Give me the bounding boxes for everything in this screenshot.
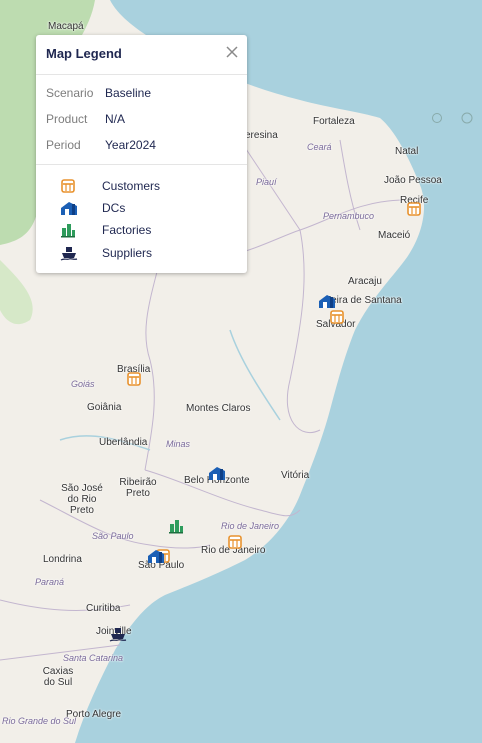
state-label: Ceará <box>307 142 332 152</box>
legend-item-label: DCs <box>102 201 126 215</box>
factory-icon[interactable] <box>168 518 184 534</box>
city-label: Fortaleza <box>313 116 355 127</box>
legend-item-label: Factories <box>102 223 152 237</box>
state-label: Santa Catarina <box>63 653 124 663</box>
divider <box>36 74 247 75</box>
store-icon[interactable] <box>227 534 243 550</box>
warehouse-icon <box>60 200 78 216</box>
legend-item-label: Customers <box>102 179 161 193</box>
city-label: João Pessoa <box>384 175 442 186</box>
ship-icon[interactable] <box>109 626 127 642</box>
store-icon[interactable] <box>329 309 345 325</box>
city-label: Natal <box>395 146 419 157</box>
city-label: Aracaju <box>348 276 382 287</box>
row-label: Period <box>46 138 81 152</box>
state-label: São Paulo <box>92 531 134 541</box>
store-icon <box>60 178 78 194</box>
warehouse-icon[interactable] <box>147 548 164 564</box>
city-label: Ribeirão Preto <box>119 477 157 499</box>
divider <box>36 164 247 165</box>
row-value: Baseline <box>105 86 152 100</box>
state-label: Rio Grande do Sul <box>2 716 77 726</box>
row-label: Scenario <box>46 86 94 100</box>
city-label: Maceió <box>378 230 411 241</box>
city-label: São José do Rio Preto <box>61 483 103 516</box>
city-label: Uberlândia <box>99 437 148 448</box>
state-label: Minas <box>166 439 191 449</box>
store-icon[interactable] <box>406 201 422 217</box>
city-label: Caxias do Sul <box>42 666 74 688</box>
state-label: Rio de Janeiro <box>221 521 280 531</box>
city-label: Londrina <box>43 554 82 565</box>
city-label: Montes Claros <box>186 403 251 414</box>
map-legend-panel: Map Legend Scenario Baseline Product N/A… <box>36 35 247 273</box>
city-label: Vitória <box>281 470 310 481</box>
ship-icon <box>60 245 78 261</box>
row-value: N/A <box>105 112 126 126</box>
legend-item-label: Suppliers <box>102 246 153 260</box>
state-label: Piauí <box>256 177 277 187</box>
city-label: Macapá <box>48 21 84 32</box>
warehouse-icon[interactable] <box>208 465 225 481</box>
store-icon[interactable] <box>126 371 142 387</box>
city-label: Curitiba <box>86 603 121 614</box>
legend-title: Map Legend <box>46 46 122 61</box>
factory-icon <box>60 222 78 238</box>
state-label: Pernambuco <box>323 211 375 221</box>
row-value: Year2024 <box>105 138 156 152</box>
row-label: Product <box>46 112 88 126</box>
city-label: Feira de Santana <box>325 295 402 306</box>
state-label: Paraná <box>35 577 65 587</box>
close-icon[interactable] <box>225 45 239 59</box>
state-label: Goiás <box>71 379 95 389</box>
city-label: Goiânia <box>87 402 122 413</box>
warehouse-icon[interactable] <box>318 293 335 309</box>
